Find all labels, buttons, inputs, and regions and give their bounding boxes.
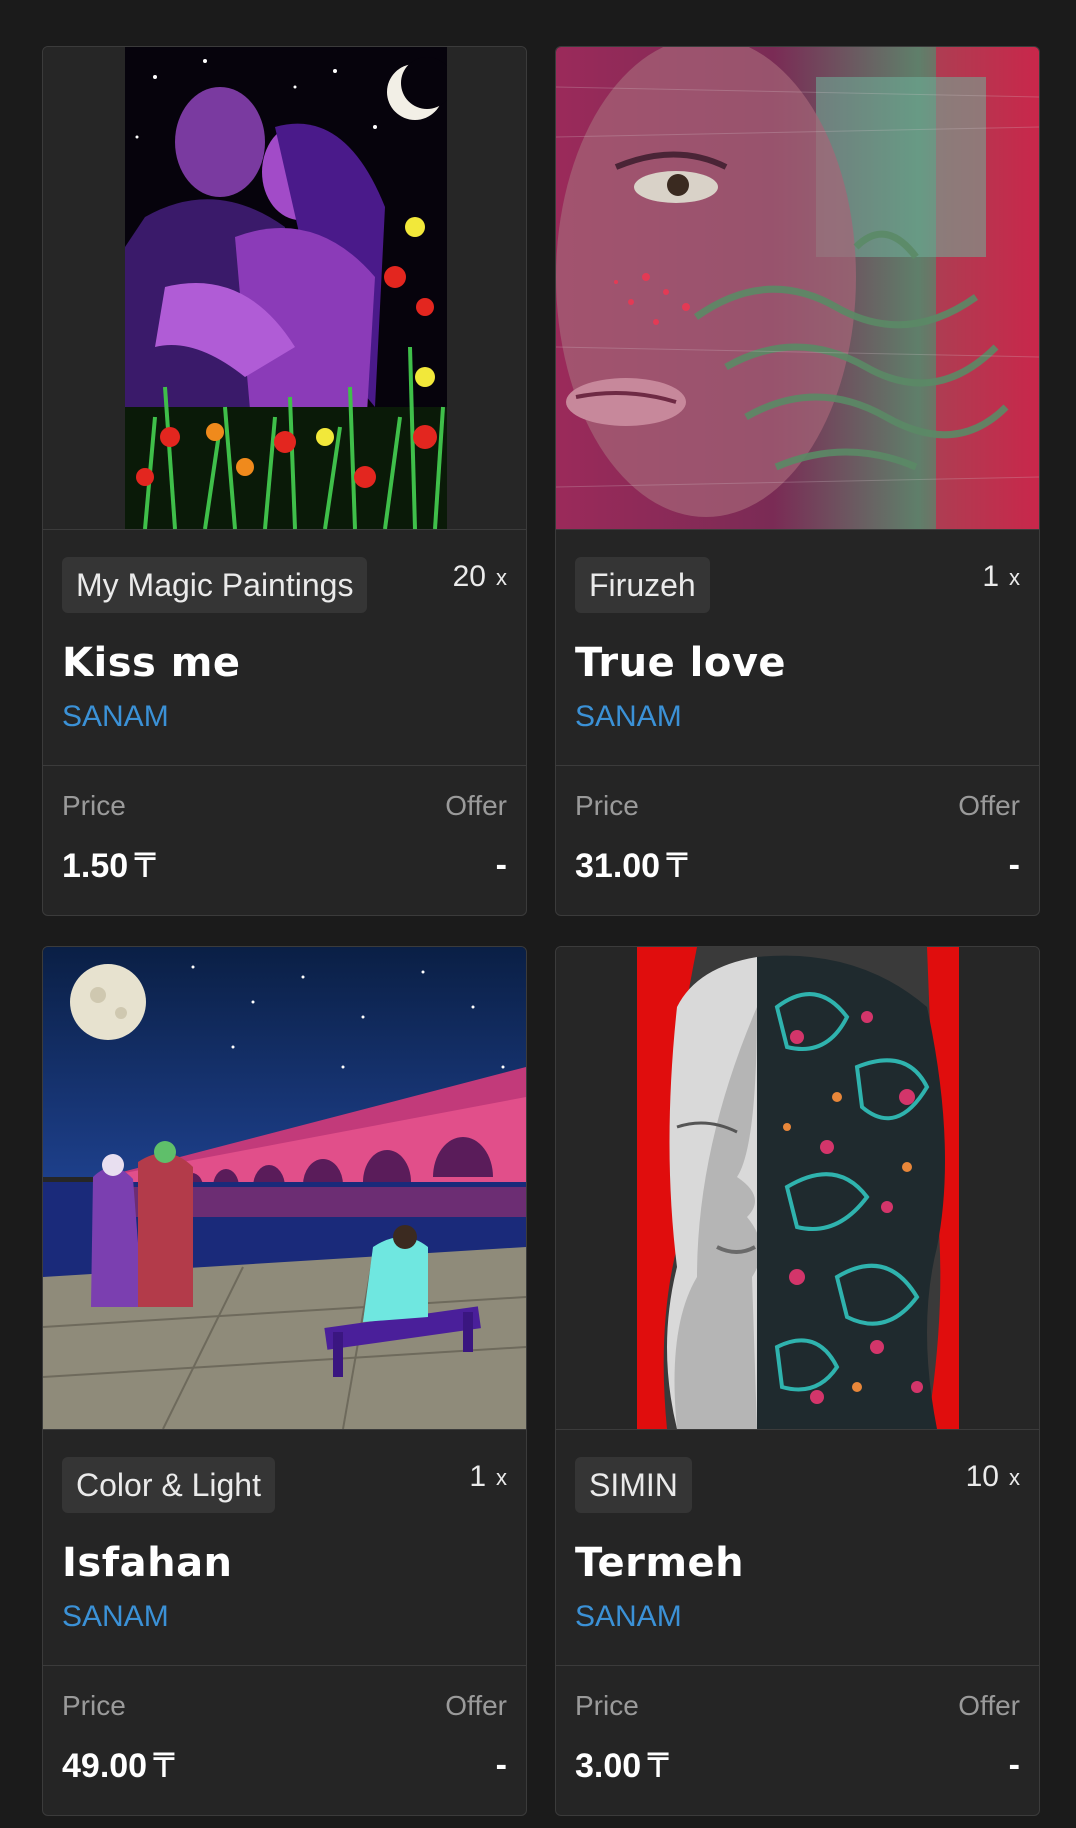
currency-symbol: ₸ (666, 847, 688, 885)
artist-link[interactable]: SANAM (575, 700, 682, 734)
price-label: Price (575, 790, 639, 821)
nft-card-grid: My Magic Paintings 20 x Kiss me SANAM Pri… (42, 46, 1040, 1816)
quantity-value: 20 (452, 560, 486, 593)
artist-link[interactable]: SANAM (575, 1600, 682, 1634)
offer-value: - (495, 846, 507, 884)
nft-card[interactable]: Color & Light 1x Isfahan SANAM Price Off… (42, 946, 527, 1816)
nft-card[interactable]: My Magic Paintings 20 x Kiss me SANAM Pri… (42, 46, 527, 916)
collection-badge[interactable]: Firuzeh (575, 557, 710, 613)
price-amount: 1.50 (62, 847, 129, 885)
price-value: 1.50 ₸ (62, 846, 156, 886)
quantity-suffix: x (1009, 1465, 1020, 1490)
quantity-suffix: x (1009, 565, 1020, 590)
price-value: 31.00 ₸ (575, 846, 688, 886)
price-amount: 49.00 (62, 1747, 148, 1785)
quantity-value: 1 (982, 560, 999, 593)
offer-label: Offer (445, 1690, 507, 1721)
artwork-title[interactable]: Termeh (575, 1540, 744, 1586)
artist-link[interactable]: SANAM (62, 1600, 169, 1634)
offer-value: - (495, 1746, 507, 1784)
nft-card[interactable]: SIMIN 10 x Termeh SANAM Price Offer 3.00 ₸… (555, 946, 1040, 1816)
quantity-value: 1 (469, 1460, 486, 1493)
price-value: 49.00 ₸ (62, 1746, 175, 1786)
collection-badge[interactable]: SIMIN (575, 1457, 692, 1513)
currency-symbol: ₸ (153, 1747, 175, 1785)
offer-value: - (1008, 1746, 1020, 1784)
price-amount: 31.00 (575, 847, 661, 885)
collection-badge[interactable]: My Magic Paintings (62, 557, 368, 613)
edition-quantity: 1x (982, 560, 1020, 594)
currency-symbol: ₸ (134, 847, 156, 885)
edition-quantity: 10 x (966, 1460, 1020, 1494)
artwork-image[interactable] (637, 947, 959, 1429)
artist-link[interactable]: SANAM (62, 700, 169, 734)
artwork-title[interactable]: Kiss me (62, 640, 241, 686)
price-value: 3.00 ₸ (575, 1746, 669, 1786)
card-info: My Magic Paintings 20 x Kiss me SANAM (43, 530, 526, 766)
edition-quantity: 1x (469, 1460, 507, 1494)
nft-card[interactable]: Firuzeh 1x True love SANAM Price Offer 3… (555, 46, 1040, 916)
quantity-value: 10 (965, 1460, 999, 1493)
price-label: Price (62, 790, 126, 821)
price-section: Price Offer 31.00 ₸ - (556, 766, 1039, 915)
price-section: Price Offer 49.00 ₸ - (43, 1666, 526, 1815)
price-amount: 3.00 (575, 1747, 642, 1785)
artwork-title[interactable]: True love (575, 640, 786, 686)
artwork-image[interactable] (556, 47, 1039, 529)
artwork-frame (556, 947, 1039, 1430)
artwork-image[interactable] (43, 947, 526, 1429)
artwork-frame (43, 947, 526, 1430)
edition-quantity: 20 x (453, 560, 507, 594)
quantity-suffix: x (496, 565, 507, 590)
artwork-frame (43, 47, 526, 530)
collection-badge[interactable]: Color & Light (62, 1457, 275, 1513)
offer-label: Offer (958, 790, 1020, 821)
offer-label: Offer (958, 1690, 1020, 1721)
offer-value: - (1008, 846, 1020, 884)
quantity-suffix: x (496, 1465, 507, 1490)
currency-symbol: ₸ (647, 1747, 669, 1785)
artwork-image[interactable] (125, 47, 447, 529)
offer-label: Offer (445, 790, 507, 821)
card-info: Firuzeh 1x True love SANAM (556, 530, 1039, 766)
price-section: Price Offer 3.00 ₸ - (556, 1666, 1039, 1815)
price-label: Price (575, 1690, 639, 1721)
artwork-title[interactable]: Isfahan (62, 1540, 233, 1586)
price-label: Price (62, 1690, 126, 1721)
card-info: Color & Light 1x Isfahan SANAM (43, 1430, 526, 1666)
card-info: SIMIN 10 x Termeh SANAM (556, 1430, 1039, 1666)
price-section: Price Offer 1.50 ₸ - (43, 766, 526, 915)
artwork-frame (556, 47, 1039, 530)
